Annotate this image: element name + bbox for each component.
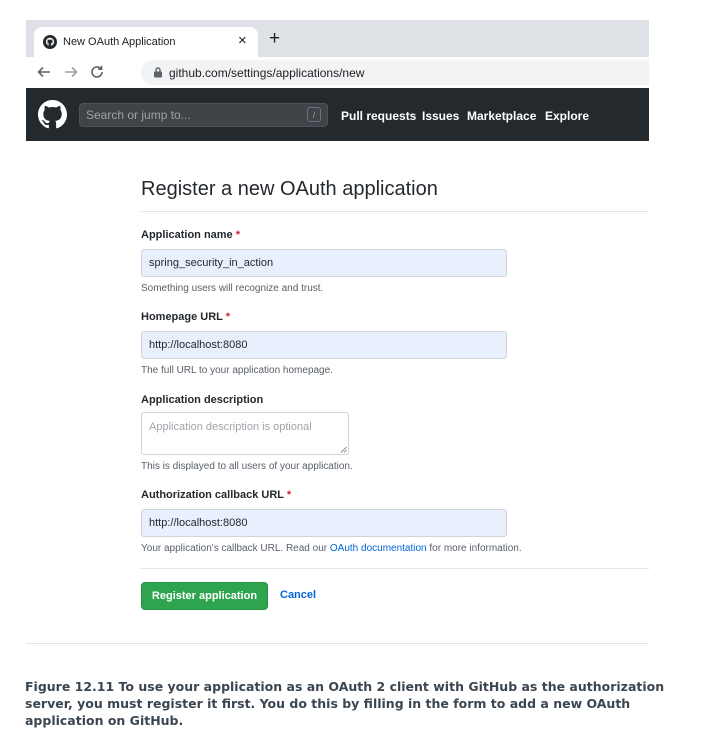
nav-explore[interactable]: Explore: [545, 109, 589, 123]
search-placeholder: Search or jump to...: [86, 108, 191, 122]
url-text: github.com/settings/applications/new: [169, 66, 365, 80]
forward-arrow-icon[interactable]: [63, 64, 79, 80]
browser-tab[interactable]: New OAuth Application ×: [34, 27, 258, 57]
homepage-note: The full URL to your application homepag…: [141, 365, 333, 376]
description-note: This is displayed to all users of your a…: [141, 461, 353, 472]
caption-line: server, you must register it first. You …: [25, 696, 631, 711]
nav-issues[interactable]: Issues: [422, 109, 459, 123]
github-favicon-icon: [43, 35, 57, 49]
description-placeholder: Application description is optional: [149, 421, 312, 433]
nav-marketplace[interactable]: Marketplace: [467, 109, 536, 123]
tab-title: New OAuth Application: [63, 36, 176, 48]
tab-close-icon[interactable]: ×: [238, 32, 247, 50]
app-name-input[interactable]: spring_security_in_action: [141, 249, 507, 277]
back-arrow-icon[interactable]: [36, 64, 52, 80]
search-input[interactable]: Search or jump to... /: [79, 103, 328, 127]
footer-divider: [26, 643, 649, 644]
callback-note-text-end: for more information.: [426, 543, 522, 554]
browser-tab-bar: New OAuth Application × +: [26, 20, 649, 57]
required-marker: *: [235, 229, 241, 241]
app-name-value: spring_security_in_action: [149, 257, 274, 269]
callback-note-text: Your application's callback URL. Read ou…: [141, 543, 330, 554]
description-label: Application description: [141, 394, 264, 406]
callback-input[interactable]: http://localhost:8080: [141, 509, 507, 537]
form-divider: [141, 568, 649, 569]
required-marker: *: [225, 311, 231, 323]
github-logo-icon[interactable]: [38, 100, 67, 129]
homepage-label: Homepage URL *: [141, 311, 230, 323]
title-divider: [141, 211, 649, 212]
app-name-label: Application name *: [141, 229, 240, 241]
search-shortcut-badge: /: [307, 107, 321, 122]
callback-value: http://localhost:8080: [149, 517, 248, 529]
figure-caption: Figure 12.11 To use your application as …: [25, 678, 675, 729]
nav-pull-requests[interactable]: Pull requests: [341, 109, 416, 123]
homepage-value: http://localhost:8080: [149, 339, 248, 351]
github-header: Search or jump to... / Pull requests Iss…: [26, 88, 649, 141]
resize-grip-icon[interactable]: [340, 446, 347, 453]
callback-label-text: Authorization callback URL: [141, 489, 284, 501]
caption-line: Figure 12.11 To use your application as …: [25, 679, 665, 694]
new-tab-icon[interactable]: +: [269, 29, 280, 49]
homepage-input[interactable]: http://localhost:8080: [141, 331, 507, 359]
lock-icon: [154, 67, 162, 78]
browser-address-bar: github.com/settings/applications/new: [26, 57, 649, 88]
url-bar[interactable]: github.com/settings/applications/new: [141, 60, 649, 85]
reload-icon[interactable]: [89, 64, 105, 80]
app-name-label-text: Application name: [141, 229, 233, 241]
description-textarea[interactable]: Application description is optional: [141, 412, 349, 455]
page-title: Register a new OAuth application: [141, 178, 438, 200]
caption-line: application on GitHub.: [25, 713, 184, 728]
required-marker: *: [286, 489, 292, 501]
callback-note: Your application's callback URL. Read ou…: [141, 543, 522, 554]
homepage-label-text: Homepage URL: [141, 311, 223, 323]
oauth-documentation-link[interactable]: OAuth documentation: [330, 543, 427, 554]
app-name-note: Something users will recognize and trust…: [141, 283, 324, 294]
callback-label: Authorization callback URL *: [141, 489, 291, 501]
cancel-button[interactable]: Cancel: [280, 589, 316, 601]
register-application-button[interactable]: Register application: [141, 582, 268, 610]
